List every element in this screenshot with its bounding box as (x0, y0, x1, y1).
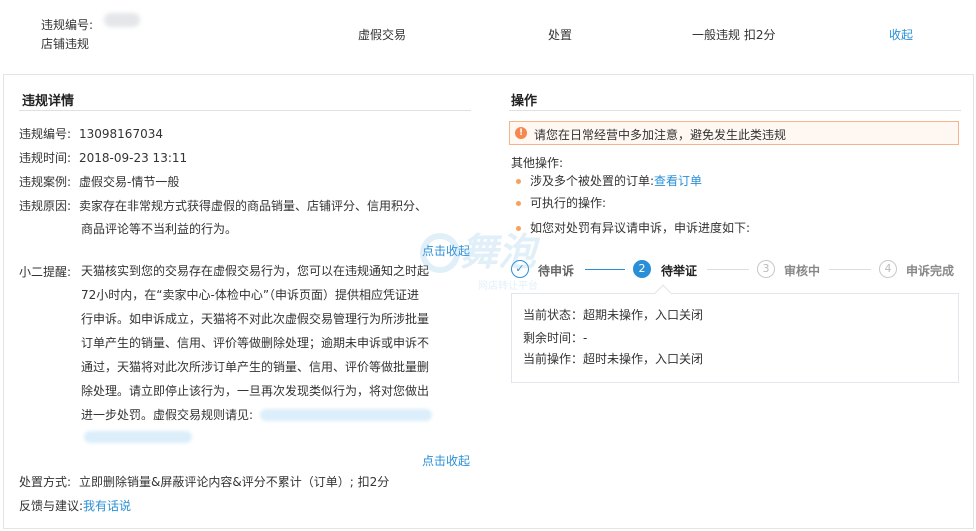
detail-row-method: 处置方式: 立即删除销量&屏蔽评论内容&评分不累计（订单）; 扣2分 (19, 472, 389, 492)
number-label: 违规编号: (19, 127, 72, 141)
bullet-dot (516, 179, 521, 184)
masked-rule-link[interactable] (260, 409, 432, 421)
tip-label: 小二提醒: (19, 265, 72, 279)
appeal-progress-steps: ✓ 待申诉 2 待举证 3 审核中 4 申诉完成 (509, 258, 964, 282)
method-value: 立即删除销量&屏蔽评论内容&评分不累计（订单）; 扣2分 (79, 475, 390, 489)
step-3-number: 3 (757, 260, 775, 278)
operation-divider (509, 110, 961, 111)
step-4-number: 4 (879, 260, 897, 278)
step-3-label: 审核中 (784, 264, 821, 278)
step-1-check-icon: ✓ (511, 260, 529, 278)
feedback-link[interactable]: 我有话说 (83, 499, 131, 513)
detail-row-feedback: 反馈与建议:我有话说 (19, 496, 131, 516)
violation-type-label: 店铺违规 (41, 37, 90, 51)
warning-notice: ! 请您在日常经营中多加注意，避免发生此类违规 (509, 121, 959, 145)
detail-row-time: 违规时间: 2018-09-23 13:11 (19, 148, 187, 168)
tip-line: 除处理。请立即停止该行为，一旦再次发现类似行为，将对您做出 (81, 384, 430, 398)
step-connector-3 (829, 269, 871, 270)
view-orders-link[interactable]: 查看订单 (654, 174, 702, 188)
step-connector-1 (585, 269, 625, 270)
violation-penalty: 一般违规 扣2分 (692, 28, 776, 42)
masked-violation-id (104, 13, 140, 27)
details-divider (19, 110, 471, 111)
violation-summary-row: 违规编号: 店铺违规 虚假交易 处置 一般违规 扣2分 收起 (0, 0, 976, 68)
step-1-label: 待申诉 (538, 264, 575, 278)
fold-link-tip[interactable]: 点击收起 (422, 452, 470, 469)
number-value: 13098167034 (79, 127, 163, 141)
reason-line-1: 卖家存在非常规方式获得虚假的商品销量、店铺评分、信用积分、 (79, 199, 428, 213)
case-label: 违规案例: (19, 175, 72, 189)
masked-rule-link-cont[interactable] (84, 431, 192, 443)
bullet-dot (516, 201, 521, 206)
tip-paragraph: 天猫核实到您的交易存在虚假交易行为，您可以在违规通知之时起 72小时内，在“卖家… (81, 259, 429, 427)
step-2-number: 2 (633, 260, 651, 278)
executable-ops-text: 可执行的操作: (530, 196, 607, 210)
time-value: 2018-09-23 13:11 (79, 151, 188, 165)
remaining-time: 剩余时间：- (523, 331, 588, 345)
current-status: 当前状态：超期未操作，入口关闭 (523, 308, 704, 322)
reason-label: 违规原因: (19, 199, 72, 213)
orders-item: 涉及多个被处置的订单:查看订单 (530, 172, 702, 190)
other-operations-label: 其他操作: (511, 156, 564, 170)
current-operation: 当前操作：超时未操作，入口关闭 (523, 352, 704, 366)
operation-title: 操作 (511, 94, 538, 109)
tip-line: 行申诉。如申诉成立，天猫将不对此次虚假交易管理行为所涉批量 (81, 312, 430, 326)
tip-line: 天猫核实到您的交易存在虚假交易行为，您可以在违规通知之时起 (81, 264, 430, 278)
appeal-status-box: 当前状态：超期未操作，入口关闭 剩余时间：- 当前操作：超时未操作，入口关闭 (511, 284, 959, 383)
method-label: 处置方式: (19, 475, 72, 489)
case-value: 虚假交易-情节一般 (79, 175, 180, 189)
exclamation-icon: ! (515, 127, 527, 139)
orders-item-text: 涉及多个被处置的订单: (530, 174, 655, 188)
step-connector-2 (707, 269, 749, 270)
warning-notice-text: 请您在日常经营中多加注意，避免发生此类违规 (534, 128, 787, 142)
tip-line: 通过，天猫将对此次所涉订单产生的销量、信用、评价等做批量删 (81, 360, 430, 374)
feedback-label: 反馈与建议: (19, 499, 84, 513)
detail-row-case: 违规案例: 虚假交易-情节一般 (19, 172, 179, 192)
step-2-label: 待举证 (661, 264, 698, 278)
time-label: 违规时间: (19, 151, 72, 165)
detail-row-number: 违规编号: 13098167034 (19, 124, 163, 144)
fold-link-reason[interactable]: 点击收起 (422, 242, 470, 259)
reason-line-2: 商品评论等不当利益的行为。 (81, 222, 238, 236)
tip-line: 72小时内，在“卖家中心-体检中心”（申诉页面）提供相应凭证进 (81, 288, 420, 302)
violation-id-label: 违规编号: (41, 18, 94, 32)
bullet-dot (516, 226, 521, 231)
details-title: 违规详情 (22, 94, 75, 109)
tip-label-row: 小二提醒: (19, 262, 79, 282)
appeal-progress-text: 如您对处罚有异议请申诉，申诉进度如下: (530, 221, 751, 235)
tip-line: 订单产生的销量、信用、评价等做删除处理；逾期未申诉或申诉不 (81, 336, 430, 350)
detail-row-reason: 违规原因: 卖家存在非常规方式获得虚假的商品销量、店铺评分、信用积分、 (19, 196, 427, 216)
step-4-label: 申诉完成 (906, 264, 955, 278)
violation-action: 处置 (548, 28, 573, 42)
violation-category: 虚假交易 (358, 28, 407, 42)
collapse-link[interactable]: 收起 (889, 26, 913, 43)
